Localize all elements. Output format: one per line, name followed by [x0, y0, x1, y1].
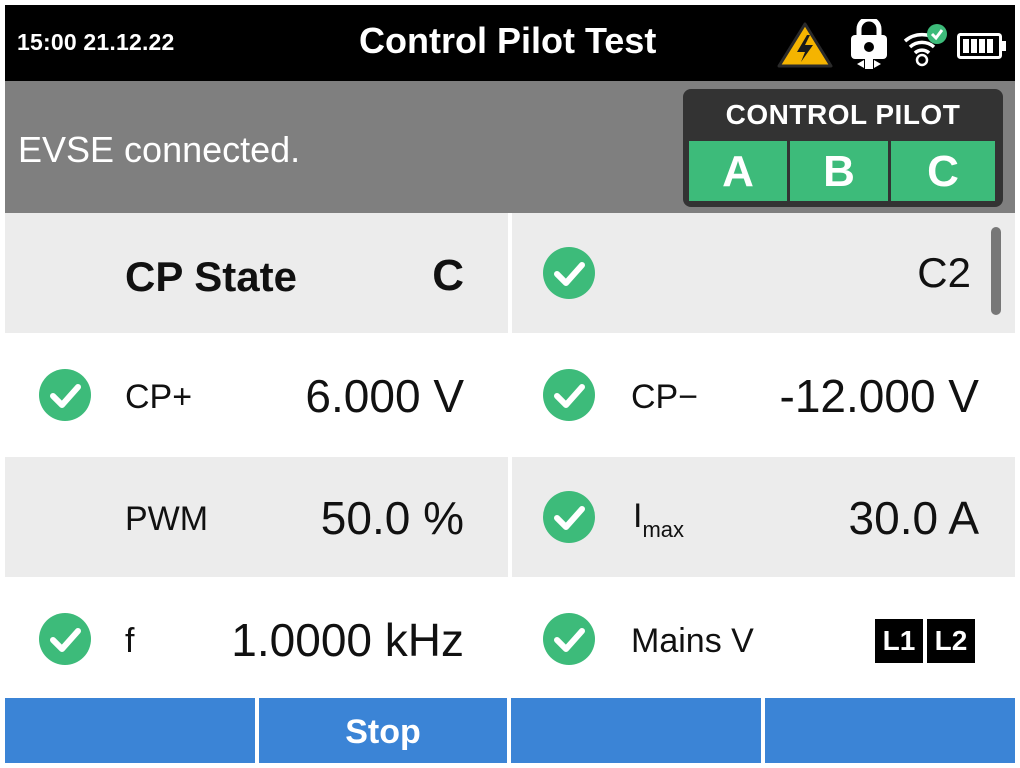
- high-voltage-warning-icon: [777, 22, 833, 68]
- phase-badge-l1: L1: [875, 619, 923, 663]
- cp-code-cell: C2: [512, 213, 1015, 333]
- cp-minus-cell: CP− -12.000 V: [512, 335, 1015, 455]
- scrollbar-thumb[interactable]: [991, 227, 1001, 315]
- cp-plus-value: 6.000 V: [305, 370, 464, 422]
- device-screen: 15:00 21.12.22 Control Pilot Test EVSE c…: [5, 5, 1015, 763]
- softkey-bar: Stop: [5, 698, 1015, 763]
- cp-code-value: C2: [917, 249, 971, 296]
- lock-icon: [851, 19, 887, 69]
- status-message: EVSE connected.: [18, 129, 301, 170]
- pwm-value: 50.0 %: [320, 492, 464, 544]
- imax-label: Imax: [633, 497, 684, 542]
- cp-minus-label: CP−: [631, 378, 699, 416]
- cp-plus-label: CP+: [125, 378, 193, 416]
- cp-minus-value: -12.000 V: [779, 370, 979, 422]
- cp-state-value: C: [432, 251, 464, 300]
- measurement-grid: CP State C C2 CP+ 6.000 V CP− -12.000 V …: [5, 213, 1015, 699]
- frequency-value: 1.0000 kHz: [231, 614, 464, 666]
- imax-value: 30.0 A: [848, 492, 979, 544]
- battery-icon: [957, 33, 1006, 59]
- status-bar: 15:00 21.12.22 Control Pilot Test: [5, 5, 1015, 81]
- wifi-connected-icon: [903, 24, 947, 67]
- page-title: Control Pilot Test: [359, 20, 657, 61]
- status-banner: EVSE connected. CONTROL PILOT A B C: [5, 81, 1015, 213]
- softkey-1[interactable]: [5, 698, 255, 763]
- cp-state-cell: CP State C: [5, 213, 508, 333]
- imax-cell: Imax 30.0 A: [512, 457, 1015, 577]
- imax-label-sub: max: [642, 517, 685, 542]
- softkey-4[interactable]: [765, 698, 1015, 763]
- cp-state-a: A: [689, 141, 787, 201]
- check-icon: [543, 613, 595, 665]
- pwm-cell: PWM 50.0 %: [5, 457, 508, 577]
- phase-badge-l2: L2: [927, 619, 975, 663]
- pwm-label: PWM: [125, 500, 209, 538]
- status-icons: [773, 19, 1009, 69]
- check-icon: [543, 247, 595, 299]
- control-pilot-title: CONTROL PILOT: [725, 99, 961, 130]
- cp-state-c: C: [891, 141, 995, 201]
- control-pilot-panel: CONTROL PILOT A B C: [683, 89, 1003, 207]
- check-icon: [39, 369, 91, 421]
- column-divider: [508, 213, 512, 698]
- softkey-3[interactable]: [511, 698, 761, 763]
- frequency-cell: f 1.0000 kHz: [5, 579, 508, 699]
- stop-button[interactable]: Stop: [259, 698, 507, 763]
- check-icon: [39, 613, 91, 665]
- frequency-label: f: [125, 622, 135, 660]
- cp-plus-cell: CP+ 6.000 V: [5, 335, 508, 455]
- cp-state-label: CP State: [125, 253, 297, 300]
- check-icon: [543, 491, 595, 543]
- cp-state-b: B: [790, 141, 888, 201]
- mains-label: Mains V: [631, 622, 754, 660]
- check-icon: [543, 369, 595, 421]
- datetime: 15:00 21.12.22: [17, 29, 175, 55]
